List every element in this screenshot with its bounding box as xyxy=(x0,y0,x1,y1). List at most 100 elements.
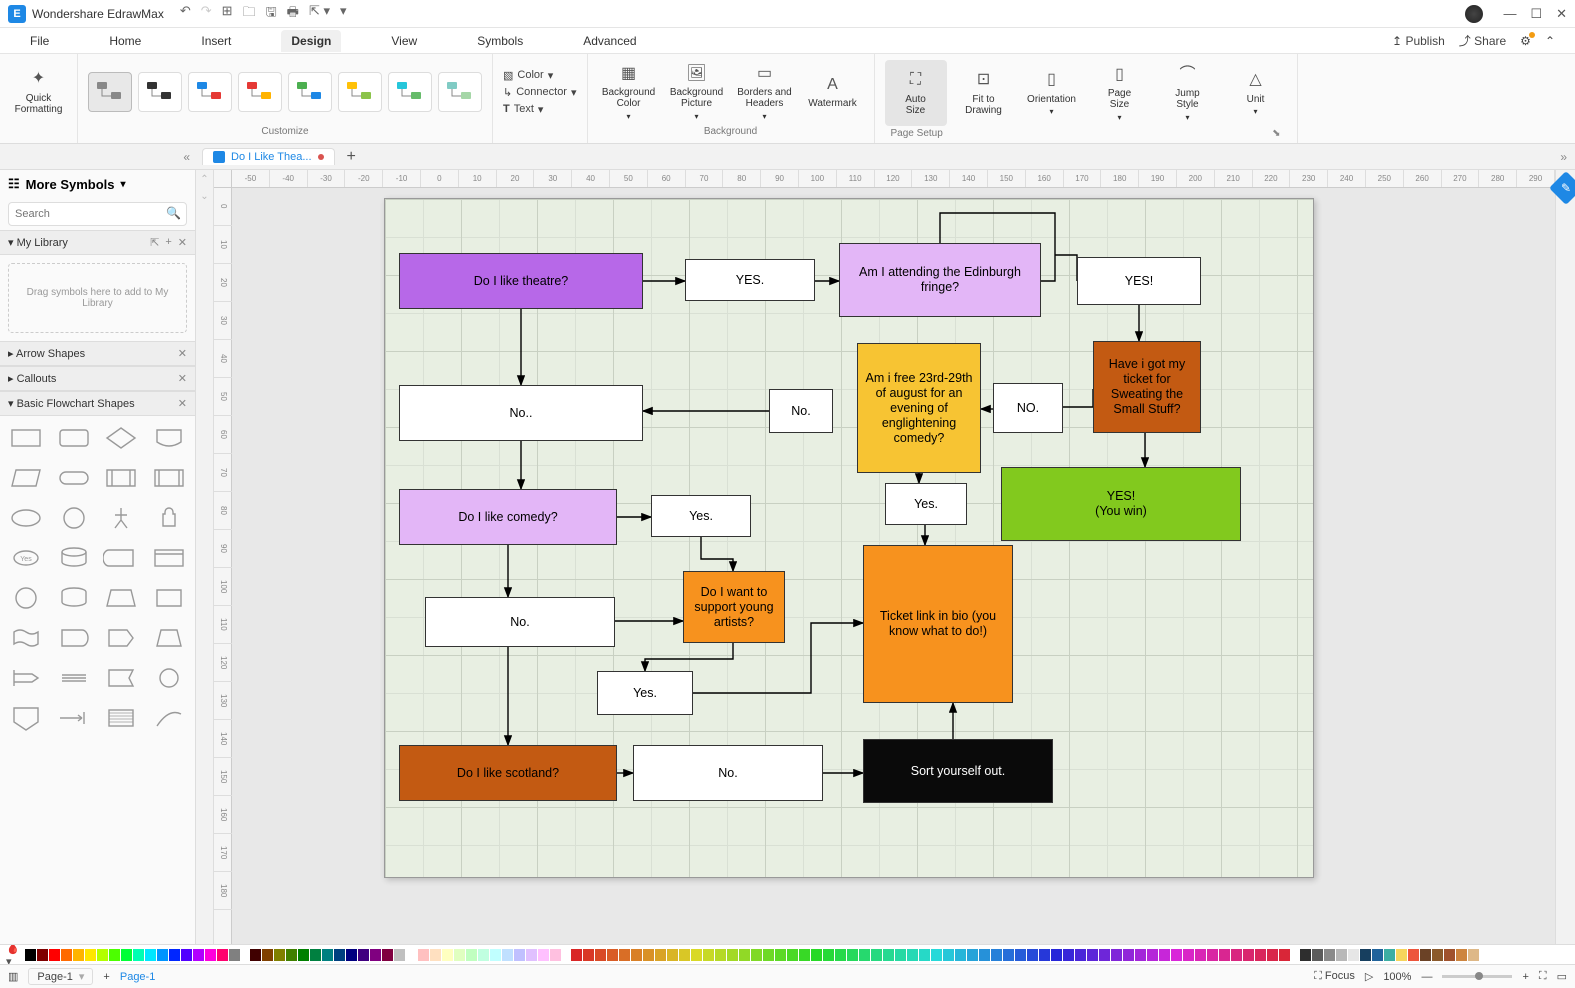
collapse-side-panel[interactable]: « xyxy=(183,150,190,164)
shape-15[interactable] xyxy=(149,542,189,574)
color-swatch[interactable] xyxy=(85,949,96,961)
flow-node-n4[interactable]: YES! xyxy=(1077,257,1201,305)
shape-16[interactable] xyxy=(6,582,46,614)
qat-new[interactable]: ⊞ xyxy=(222,3,233,25)
color-swatch[interactable] xyxy=(262,949,273,961)
color-swatch[interactable] xyxy=(1195,949,1206,961)
user-avatar[interactable] xyxy=(1465,5,1483,23)
flow-node-n2[interactable]: YES. xyxy=(685,259,815,301)
color-swatch[interactable] xyxy=(1456,949,1467,961)
shape-24[interactable] xyxy=(6,662,46,694)
jump-style-button[interactable]: ⌒Jump Style▾ xyxy=(1157,60,1219,126)
color-swatch[interactable] xyxy=(1039,949,1050,961)
theme-option-1[interactable] xyxy=(138,72,182,112)
shape-25[interactable] xyxy=(54,662,94,694)
color-swatch[interactable] xyxy=(418,949,429,961)
color-swatch[interactable] xyxy=(1348,949,1359,961)
shape-13[interactable] xyxy=(54,542,94,574)
color-swatch[interactable] xyxy=(145,949,156,961)
shape-21[interactable] xyxy=(54,622,94,654)
color-swatch[interactable] xyxy=(466,949,477,961)
color-swatch[interactable] xyxy=(667,949,678,961)
flow-node-n6[interactable]: No. xyxy=(769,389,833,433)
color-swatch[interactable] xyxy=(358,949,369,961)
color-swatch[interactable] xyxy=(454,949,465,961)
color-swatch[interactable] xyxy=(538,949,549,961)
color-swatch[interactable] xyxy=(691,949,702,961)
gutter-up[interactable]: ⌃ xyxy=(200,174,208,185)
color-swatch[interactable] xyxy=(1420,949,1431,961)
zoom-out-button[interactable]: — xyxy=(1421,971,1432,983)
fill-tool-icon[interactable]: 🩸▾ xyxy=(6,944,20,964)
color-swatch[interactable] xyxy=(883,949,894,961)
color-swatch[interactable] xyxy=(1135,949,1146,961)
bg-color-button[interactable]: ▦Background Color▾ xyxy=(598,59,660,125)
share-button[interactable]: ⤴ Share xyxy=(1459,32,1506,49)
color-swatch[interactable] xyxy=(1312,949,1323,961)
color-swatch[interactable] xyxy=(310,949,321,961)
color-swatch[interactable] xyxy=(655,949,666,961)
color-swatch[interactable] xyxy=(1051,949,1062,961)
menu-symbols[interactable]: Symbols xyxy=(467,30,533,52)
shape-12[interactable]: Yes xyxy=(6,542,46,574)
qat-more[interactable]: ▾ xyxy=(340,3,347,25)
fit-drawing-button[interactable]: ⊡Fit to Drawing xyxy=(953,60,1015,126)
qat-save[interactable]: 🖫 xyxy=(266,3,277,25)
color-swatch[interactable] xyxy=(991,949,1002,961)
pages-icon[interactable]: ▥ xyxy=(8,970,18,983)
color-swatch[interactable] xyxy=(1267,949,1278,961)
symbol-search-input[interactable] xyxy=(8,202,187,226)
color-swatch[interactable] xyxy=(97,949,108,961)
shape-28[interactable] xyxy=(6,702,46,734)
fit-width-button[interactable]: ▭ xyxy=(1557,970,1567,983)
flow-node-n19[interactable]: No. xyxy=(633,745,823,801)
theme-option-4[interactable] xyxy=(288,72,332,112)
flow-node-n7[interactable]: Am i free 23rd-29th of august for an eve… xyxy=(857,343,981,473)
shape-31[interactable] xyxy=(149,702,189,734)
flow-node-n9[interactable]: Have i got my ticket for Sweating the Sm… xyxy=(1093,341,1201,433)
color-swatch[interactable] xyxy=(1171,949,1182,961)
shape-20[interactable] xyxy=(6,622,46,654)
zoom-in-button[interactable]: + xyxy=(1522,971,1528,983)
color-swatch[interactable] xyxy=(550,949,561,961)
color-swatch[interactable] xyxy=(1183,949,1194,961)
notifications-icon[interactable]: ⚙ xyxy=(1520,34,1531,48)
zoom-slider[interactable] xyxy=(1442,975,1512,978)
menu-design[interactable]: Design xyxy=(281,30,341,52)
library-dropzone[interactable]: Drag symbols here to add to My Library xyxy=(8,263,187,333)
color-swatch[interactable] xyxy=(1279,949,1290,961)
gutter-down[interactable]: ⌄ xyxy=(200,191,208,202)
shape-27[interactable] xyxy=(149,662,189,694)
color-swatch[interactable] xyxy=(751,949,762,961)
color-swatch[interactable] xyxy=(1324,949,1335,961)
color-swatch[interactable] xyxy=(1336,949,1347,961)
color-swatch[interactable] xyxy=(121,949,132,961)
color-swatch[interactable] xyxy=(1003,949,1014,961)
color-swatch[interactable] xyxy=(1300,949,1311,961)
theme-option-0[interactable] xyxy=(88,72,132,112)
flow-node-n16[interactable]: Ticket link in bio (you know what to do!… xyxy=(863,545,1013,703)
fit-page-button[interactable]: ⛶ xyxy=(1539,970,1547,983)
window-minimize[interactable]: — xyxy=(1503,6,1516,21)
color-swatch[interactable] xyxy=(631,949,642,961)
library-close-icon[interactable]: ✕ xyxy=(178,236,187,249)
color-swatch[interactable] xyxy=(1372,949,1383,961)
menu-file[interactable]: File xyxy=(20,30,59,52)
flow-node-n15[interactable]: Do I want to support young artists? xyxy=(683,571,785,643)
shape-11[interactable] xyxy=(149,502,189,534)
color-swatch[interactable] xyxy=(394,949,405,961)
color-swatch[interactable] xyxy=(382,949,393,961)
shape-8[interactable] xyxy=(6,502,46,534)
color-swatch[interactable] xyxy=(907,949,918,961)
color-swatch[interactable] xyxy=(763,949,774,961)
focus-mode-button[interactable]: ⛶ Focus xyxy=(1314,970,1355,983)
color-swatch[interactable] xyxy=(583,949,594,961)
color-swatch[interactable] xyxy=(229,949,240,961)
color-swatch[interactable] xyxy=(406,949,417,961)
shape-7[interactable] xyxy=(149,462,189,494)
color-swatch[interactable] xyxy=(1099,949,1110,961)
document-tab[interactable]: Do I Like Thea... xyxy=(202,148,335,165)
window-maximize[interactable]: ☐ xyxy=(1530,6,1542,22)
color-swatch[interactable] xyxy=(73,949,84,961)
shape-2[interactable] xyxy=(102,422,142,454)
